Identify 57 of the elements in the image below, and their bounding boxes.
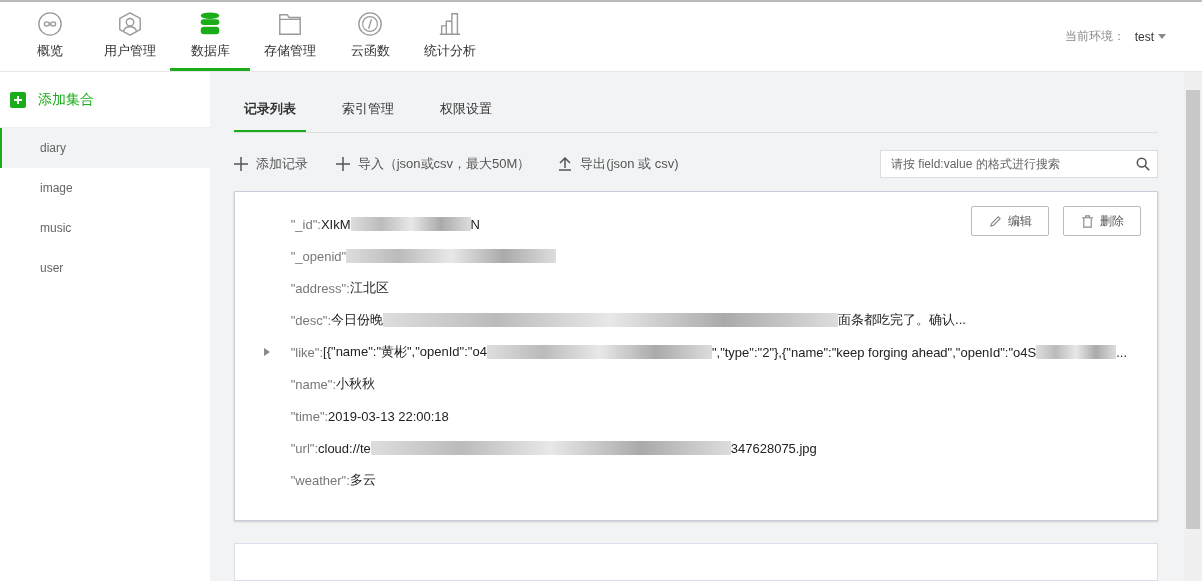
field-value: [{"name":"黄彬","openId":"o4 (323, 343, 487, 361)
collection-item[interactable]: user (0, 248, 210, 288)
caret-icon (1158, 34, 1166, 39)
nav-tab[interactable]: 用户管理 (90, 11, 170, 71)
field-value: 面条都吃完了。确认... (838, 311, 966, 329)
user-icon (117, 11, 143, 37)
collection-item[interactable]: diary (0, 128, 210, 168)
trash-icon (1080, 214, 1094, 228)
toolbar-action[interactable]: 导入（json或csv，最大50M） (335, 155, 531, 173)
field-value: 347628075.jpg (730, 440, 817, 456)
nav-tab[interactable]: 云函数 (330, 11, 410, 71)
field-value: cloud://te (318, 440, 371, 456)
nav-tab[interactable]: 统计分析 (410, 11, 490, 71)
nav-tab[interactable]: 存储管理 (250, 11, 330, 71)
tab[interactable]: 记录列表 (233, 88, 306, 132)
field-value: 2019-03-13 22:00:18 (328, 408, 449, 424)
nav-tab[interactable]: 概览 (10, 11, 90, 71)
field-value: 多云 (349, 471, 376, 489)
bar-chart-icon (437, 11, 463, 37)
plus-icon (335, 157, 350, 171)
field-value: 今日份晚 (331, 311, 383, 329)
infinity-icon (37, 11, 63, 37)
toolbar-action[interactable]: 导出(json 或 csv) (558, 155, 679, 173)
expand-arrow-icon[interactable] (263, 348, 270, 356)
field-value: XIkM (320, 216, 351, 232)
search-field[interactable]: 请按 field:value 的格式进行搜索 (880, 150, 1158, 178)
field-key: "address": (290, 280, 350, 296)
field-key: "time": (290, 408, 329, 424)
field-key: "_id": (290, 216, 321, 232)
field-key: "like": (290, 344, 324, 360)
field-value: N (470, 216, 480, 232)
field-key: "name": (290, 376, 337, 392)
tab[interactable]: 索引管理 (331, 88, 404, 132)
collection-item[interactable]: image (0, 168, 210, 208)
edit-button[interactable]: 编辑 (971, 206, 1049, 236)
code-icon (357, 11, 383, 37)
plus-icon (10, 91, 26, 108)
plus-icon (233, 157, 248, 171)
field-key: "_openid" (290, 248, 347, 264)
search-icon (1136, 157, 1150, 171)
upload-icon (558, 157, 573, 171)
collection-item[interactable]: music (0, 208, 210, 248)
field-value: ","type":"2"},{"name":"keep forging ahead","openId":"o4S (711, 344, 1037, 360)
delete-button[interactable]: 删除 (1063, 206, 1141, 236)
environment-dropdown[interactable]: test (1134, 29, 1166, 44)
field-value: ... (1116, 344, 1127, 360)
field-key: "url": (290, 440, 318, 456)
tab[interactable]: 权限设置 (429, 88, 502, 132)
folder-icon (277, 11, 303, 37)
pencil-icon (988, 214, 1002, 228)
field-key: "desc": (290, 312, 331, 328)
toolbar-action[interactable]: 添加记录 (233, 155, 308, 173)
environment-label: 当前环境： (1064, 28, 1125, 45)
scrollbar[interactable] (1184, 72, 1202, 581)
field-value: 江北区 (349, 279, 389, 297)
field-value: 小秋秋 (336, 375, 376, 393)
field-key: "weather": (290, 472, 350, 488)
